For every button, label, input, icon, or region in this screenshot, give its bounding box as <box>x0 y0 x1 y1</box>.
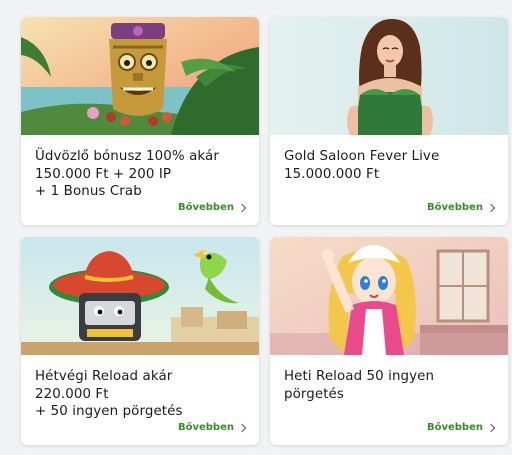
chevron-right-icon <box>486 423 496 433</box>
promo-title-line: Gold Saloon Fever Live <box>284 149 440 164</box>
promo-title: Üdvözlő bónusz 100% akár 150.000 Ft + 20… <box>35 148 250 201</box>
promo-title-line: Hétvégi Reload akár <box>35 369 173 384</box>
promo-card-weekly-reload[interactable]: Heti Reload 50 ingyen pörgetés Bővebben <box>270 237 508 445</box>
promo-card-gold-saloon[interactable]: Gold Saloon Fever Live 15.000.000 Ft Bőv… <box>270 17 508 225</box>
more-link-label: Bővebben <box>177 422 234 433</box>
chevron-right-icon <box>237 423 247 433</box>
more-link[interactable]: Bővebben <box>426 202 496 213</box>
chevron-right-icon <box>486 203 496 213</box>
chevron-right-icon <box>237 203 247 213</box>
promo-title-line: 15.000.000 Ft <box>284 166 380 182</box>
promo-image-anime-maid[interactable] <box>270 237 508 355</box>
more-link[interactable]: Bővebben <box>426 422 496 433</box>
promo-title-line: 150.000 Ft + 200 IP <box>35 166 172 182</box>
promo-title-line: pörgetés <box>284 386 344 402</box>
more-link[interactable]: Bővebben <box>177 422 247 433</box>
promo-title-line: + 1 Bonus Crab <box>35 184 142 199</box>
more-link-label: Bővebben <box>426 422 483 433</box>
more-link-label: Bővebben <box>177 202 234 213</box>
promo-title-line: 220.000 Ft <box>35 386 109 402</box>
promo-card-weekend-reload[interactable]: Hétvégi Reload akár 220.000 Ft + 50 ingy… <box>21 237 259 445</box>
more-link[interactable]: Bővebben <box>177 202 247 213</box>
promo-card-welcome-bonus[interactable]: Üdvözlő bónusz 100% akár 150.000 Ft + 20… <box>21 17 259 225</box>
promo-title: Gold Saloon Fever Live 15.000.000 Ft <box>284 148 499 183</box>
promo-title-line: Üdvözlő bónusz 100% akár <box>35 149 219 164</box>
more-link-label: Bővebben <box>426 202 483 213</box>
promo-title-line: Heti Reload 50 ingyen <box>284 369 435 384</box>
promo-title-line: + 50 ingyen pörgetés <box>35 404 183 419</box>
promo-title: Hétvégi Reload akár 220.000 Ft + 50 ingy… <box>35 368 250 421</box>
promo-image-sombrero-slot[interactable] <box>21 237 259 355</box>
promo-title: Heti Reload 50 ingyen pörgetés <box>284 368 499 403</box>
promo-image-live-dealer[interactable] <box>270 17 508 135</box>
promo-image-tiki[interactable] <box>21 17 259 135</box>
